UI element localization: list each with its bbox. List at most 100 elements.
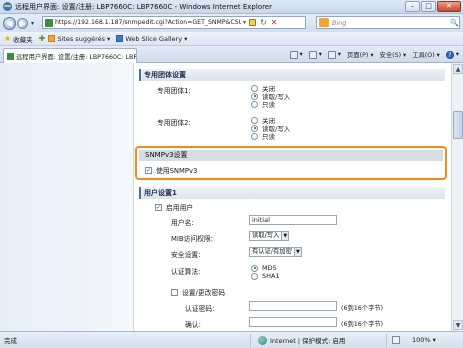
status-bar: 完成 Internet | 保护模式: 启用 100% ▾ <box>0 331 463 348</box>
web-slice-icon <box>116 35 124 42</box>
community1-option-readonly[interactable]: 只读 <box>251 99 275 109</box>
scroll-up-icon[interactable]: ▲ <box>453 64 463 74</box>
tools-menu[interactable]: 工具(O) ▾ <box>412 50 440 59</box>
url-text[interactable]: https://192.168.1.187/snmpedit.cgi?Actio… <box>55 19 241 26</box>
community1-label: 专用团体1: <box>157 87 191 95</box>
enable-user-checkbox[interactable]: ✓ 启用用户 <box>155 202 193 212</box>
recent-pages-dropdown[interactable]: ▾ <box>31 20 34 27</box>
radio-icon <box>251 132 258 140</box>
favorites-label: 收藏夹 <box>13 35 33 44</box>
maximize-button[interactable]: □ <box>421 1 436 12</box>
auth-password-label: 认证密码: <box>185 305 215 313</box>
safety-menu[interactable]: 安全(S) ▾ <box>380 50 407 59</box>
tab-label: 远程用户界面: 设置/注册: LBP7660C: LBP7660C <box>16 53 137 61</box>
mib-access-value: 读取/写入 <box>252 232 280 239</box>
print-button[interactable]: ▾ <box>327 50 342 59</box>
auth-password-input[interactable] <box>249 301 337 311</box>
favorites-star-icon[interactable]: ★ <box>4 34 11 43</box>
rss-feed-icon <box>308 50 317 59</box>
stop-icon[interactable]: ✕ <box>271 18 278 27</box>
feeds-button[interactable]: ▾ <box>308 50 322 59</box>
community-section-header: 专用团体设置 <box>139 69 445 81</box>
checkbox-unchecked-icon <box>171 288 178 296</box>
user-section-header: 用户设置1 <box>139 187 445 199</box>
refresh-icon[interactable]: ↻ <box>260 18 267 27</box>
back-button[interactable]: ◀ <box>3 16 16 30</box>
radio-label: MD5 <box>262 264 277 272</box>
page-content: 专用团体设置 专用团体1: 关闭 读取/写入 只读 专用团体2: 关闭 读取/写… <box>0 63 463 331</box>
command-bar: ▾ ▾ ▾ 页面(P) ▾ 安全(S) ▾ 工具(O) ▾ ? ▾ <box>289 50 459 59</box>
security-select[interactable]: 有认证/有加密 ▼ <box>249 247 302 257</box>
page-icon <box>45 18 53 27</box>
settings-form: 专用团体设置 专用团体1: 关闭 读取/写入 只读 专用团体2: 关闭 读取/写… <box>135 63 451 331</box>
confirm-password-input[interactable] <box>249 317 337 327</box>
feeds-dropdown-icon: ▾ <box>318 51 322 58</box>
use-snmpv3-label: 使用SNMPv3 <box>156 167 198 175</box>
status-text: 完成 <box>4 337 17 345</box>
page-menu[interactable]: 页面(P) ▾ <box>347 50 373 59</box>
help-dropdown-icon: ▾ <box>455 51 459 58</box>
favorites-item-web-slice-gallery[interactable]: Web Slice Gallery ▾ <box>116 35 187 43</box>
tab-remote-ui[interactable]: 远程用户界面: 设置/注册: LBP7660C: LBP7660C <box>3 48 137 63</box>
zone-label: Internet | 保护模式: 启用 <box>270 337 346 345</box>
confirm-password-hint: (6到16个字节) <box>341 321 384 328</box>
globe-icon <box>258 335 267 345</box>
home-button[interactable]: ▾ <box>289 50 303 59</box>
favorites-bar: ★ 收藏夹 ✚ Sites suggérés ▾ Web Slice Galle… <box>0 32 463 46</box>
close-button[interactable]: ✕ <box>437 1 461 12</box>
radio-label: 只读 <box>262 133 275 141</box>
lock-icon[interactable] <box>249 19 257 26</box>
page-icon <box>7 52 14 60</box>
community2-option-readonly[interactable]: 只读 <box>251 131 275 141</box>
mib-access-select[interactable]: 读取/写入 ▼ <box>249 231 290 241</box>
help-button[interactable]: ? ▾ <box>445 50 459 59</box>
address-row: ◀ ▶ ▾ https://192.168.1.187/snmpedit.cgi… <box>0 14 463 32</box>
community2-label: 专用团体2: <box>157 119 191 127</box>
radio-label: 只读 <box>262 101 275 109</box>
print-dropdown-icon: ▾ <box>337 51 342 58</box>
help-icon: ? <box>445 50 454 59</box>
use-snmpv3-checkbox[interactable]: ✓ 使用SNMPv3 <box>145 165 197 175</box>
add-favorite-icon[interactable]: ✚ <box>39 34 46 43</box>
security-label: 安全设置: <box>171 251 201 259</box>
username-label: 用户名: <box>171 219 194 227</box>
scroll-down-icon[interactable]: ▼ <box>453 320 463 330</box>
address-dropdown-icon[interactable]: ▾ <box>243 19 246 26</box>
search-input[interactable]: Bing <box>332 19 450 27</box>
search-box[interactable]: Bing 🔍 <box>316 16 460 29</box>
security-zone[interactable]: Internet | 保护模式: 启用 <box>258 335 345 345</box>
checkbox-checked-icon: ✓ <box>145 166 152 174</box>
zoom-level[interactable]: 100% ▾ <box>412 336 436 344</box>
auth-option-md5[interactable]: MD5 <box>251 264 277 272</box>
chevron-down-icon: ▼ <box>293 248 301 256</box>
set-change-password-checkbox[interactable]: 设置/更改密码 <box>171 287 225 297</box>
print-icon <box>327 50 336 59</box>
username-input[interactable]: initial <box>249 215 337 225</box>
window-controls: – □ ✕ <box>405 1 461 12</box>
auth-password-hint: (6到16个字节) <box>341 305 384 312</box>
search-icon[interactable]: 🔍 <box>450 19 459 27</box>
radio-label: SHA1 <box>262 272 280 280</box>
radio-selected-icon <box>251 264 258 272</box>
scrollbar-thumb[interactable] <box>453 111 463 139</box>
home-dropdown-icon: ▾ <box>299 51 303 58</box>
tab-row: 远程用户界面: 设置/注册: LBP7660C: LBP7660C ▾ ▾ ▾ … <box>0 46 463 63</box>
home-icon <box>289 50 298 59</box>
favorites-item-suggested-sites[interactable]: Sites suggérés ▾ <box>48 35 110 43</box>
snmpv3-highlight-box: SNMPv3设置 ✓ 使用SNMPv3 <box>135 146 447 180</box>
vertical-scrollbar[interactable]: ▲ ▼ <box>451 63 463 331</box>
confirm-password-label: 确认: <box>185 321 201 329</box>
radio-icon <box>251 272 258 280</box>
snmpv3-section-header: SNMPv3设置 <box>139 150 443 161</box>
security-report-icon[interactable] <box>392 336 400 344</box>
auth-option-sha1[interactable]: SHA1 <box>251 272 280 280</box>
chevron-down-icon: ▼ <box>281 232 289 240</box>
minimize-button[interactable]: – <box>405 1 420 12</box>
mib-access-label: MIB访问权限: <box>171 235 214 243</box>
favorites-item-label: Sites suggérés ▾ <box>57 34 111 43</box>
favorites-button[interactable]: 收藏夹 <box>13 34 33 44</box>
forward-button[interactable]: ▶ <box>17 17 28 29</box>
title-bar: 远程用户界面: 设置/注册: LBP7660C: LBP7660C - Wind… <box>0 0 463 14</box>
suggested-sites-icon <box>48 35 56 42</box>
address-bar[interactable]: https://192.168.1.187/snmpedit.cgi?Actio… <box>42 16 306 29</box>
